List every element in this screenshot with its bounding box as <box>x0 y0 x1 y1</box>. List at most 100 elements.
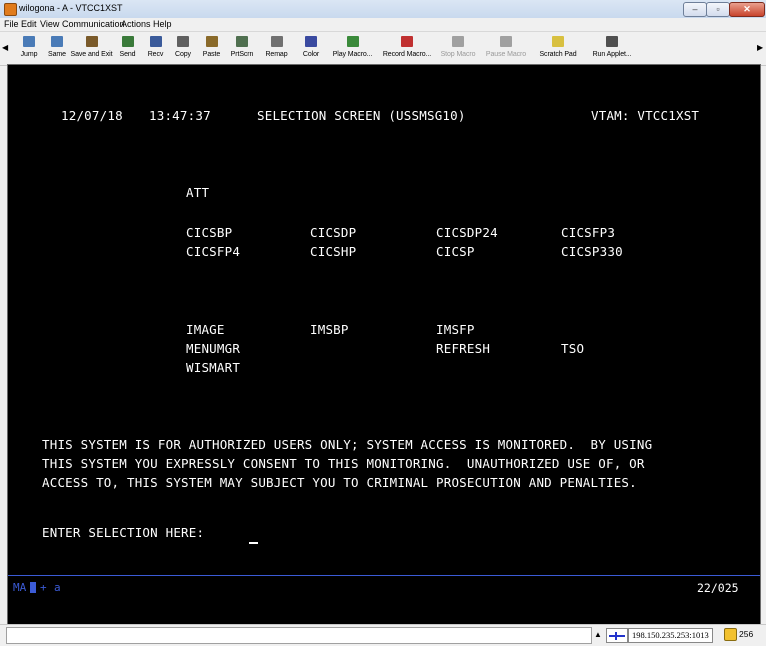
toolbar-remap-button[interactable]: Remap <box>258 34 295 63</box>
title-bar: wilogona - A - VTCC1XST – ▫ ✕ <box>0 0 766 19</box>
color-icon <box>305 36 317 47</box>
toolbar-recv-button[interactable]: Recv <box>142 34 169 63</box>
menu-bar: File Edit View Communication Actions Hel… <box>0 18 766 30</box>
oia-mode-indicator: a <box>54 581 61 594</box>
lock-icon <box>724 628 737 641</box>
toolbar-copy-button[interactable]: Copy <box>169 34 197 63</box>
recv-icon <box>149 36 162 47</box>
selection-item: CICSHP <box>310 244 357 259</box>
same-icon <box>51 36 63 47</box>
toolbar-button-label: Recv <box>147 51 164 58</box>
toolbar-button-label: Save and Exit <box>70 51 113 58</box>
connection-icon <box>606 628 628 643</box>
selection-item: CICSP <box>436 244 475 259</box>
printer-icon <box>236 36 248 47</box>
toolbar-button-label: Record Macro... <box>382 51 432 58</box>
toolbar-button-label: Play Macro... <box>332 51 373 58</box>
record-macro-icon <box>401 36 413 47</box>
selection-item: IMSFP <box>436 322 475 337</box>
selection-item: REFRESH <box>436 341 491 356</box>
oia-plus-indicator: + <box>40 581 47 594</box>
minimize-button[interactable]: – <box>683 2 707 17</box>
toolbar-button-label: Scratch Pad <box>539 51 577 58</box>
toolbar-pause-macro-button[interactable]: Pause Macro <box>480 34 532 63</box>
remap-icon <box>270 36 283 47</box>
toolbar-paste-button[interactable]: Paste <box>197 34 226 63</box>
toolbar-button-label: Remap <box>265 51 288 58</box>
toolbar-play-macro-button[interactable]: Play Macro... <box>327 34 378 63</box>
selection-prompt: ENTER SELECTION HERE: <box>42 525 205 540</box>
selection-item: CICSDP <box>310 225 357 240</box>
selection-item: CICSDP24 <box>436 225 498 240</box>
menu-edit[interactable]: Edit <box>21 19 37 29</box>
toolbar-button-label: Send <box>119 51 136 58</box>
toolbar-button-label: Color <box>302 51 320 58</box>
toolbar-color-button[interactable]: Color <box>295 34 327 63</box>
selection-item: CICSP330 <box>561 244 623 259</box>
maximize-button[interactable]: ▫ <box>706 2 730 17</box>
play-macro-icon <box>346 36 359 47</box>
input-cursor[interactable] <box>249 542 258 544</box>
session-count: 256 <box>739 629 754 639</box>
save-exit-icon <box>85 36 98 47</box>
toolbar-printer-button[interactable]: PrtScrn <box>226 34 258 63</box>
menu-communication[interactable]: Communication <box>62 19 125 29</box>
toolbar-same-button[interactable]: Same <box>44 34 70 63</box>
screen-time: 13:47:37 <box>149 108 211 123</box>
selection-item: TSO <box>561 341 585 356</box>
selection-item: CICSFP4 <box>186 244 241 259</box>
toolbar-scroll-right-icon[interactable]: ▶ <box>757 43 763 52</box>
selection-item: IMAGE <box>186 322 225 337</box>
toolbar-jump-button[interactable]: Jump <box>14 34 44 63</box>
screen-heading: SELECTION SCREEN (USSMSG10) <box>257 108 466 123</box>
toolbar-button-label: Same <box>48 51 66 58</box>
oia-ma-indicator: MA <box>13 581 27 594</box>
run-applet-icon <box>606 36 618 47</box>
window-title: wilogona - A - VTCC1XST <box>19 3 123 13</box>
selection-item: CICSFP3 <box>561 225 616 240</box>
menu-file[interactable]: File <box>4 19 19 29</box>
toolbar-button-label: Paste <box>202 51 221 58</box>
selection-item: WISMART <box>186 360 241 375</box>
warning-line: THIS SYSTEM IS FOR AUTHORIZED USERS ONLY… <box>42 437 653 452</box>
toolbar-send-button[interactable]: Send <box>113 34 142 63</box>
vtam-label: VTAM: VTCC1XST <box>591 108 700 123</box>
status-bar: ▲ 198.150.235.253:1013 256 <box>0 624 766 646</box>
menu-view[interactable]: View <box>40 19 59 29</box>
toolbar-button-label: PrtScrn <box>230 51 254 58</box>
toolbar-scratch-pad-button[interactable]: Scratch Pad <box>532 34 584 63</box>
host-address: 198.150.235.253:1013 <box>628 628 713 643</box>
toolbar-scroll-left-icon[interactable]: ◀ <box>2 43 8 52</box>
toolbar-record-macro-button[interactable]: Record Macro... <box>378 34 436 63</box>
terminal-screen[interactable]: 12/07/18 13:47:37 SELECTION SCREEN (USSM… <box>7 64 761 625</box>
menu-actions[interactable]: Actions <box>121 19 151 29</box>
stop-macro-icon <box>452 36 464 47</box>
cursor-position: 22/025 <box>697 581 739 595</box>
toolbar-button-label: Pause Macro <box>485 51 527 58</box>
screen-date: 12/07/18 <box>61 108 123 123</box>
toolbar-button-label: Copy <box>175 51 191 58</box>
close-button[interactable]: ✕ <box>729 2 765 17</box>
toolbar-run-applet-button[interactable]: Run Applet... <box>584 34 640 63</box>
warning-line: ACCESS TO, THIS SYSTEM MAY SUBJECT YOU T… <box>42 475 637 490</box>
menu-help[interactable]: Help <box>153 19 172 29</box>
status-up-arrow-icon[interactable]: ▲ <box>594 630 602 639</box>
java-app-icon <box>4 3 17 16</box>
toolbar-button-label: Jump <box>20 51 38 58</box>
send-icon <box>121 36 134 47</box>
toolbar-save-exit-button[interactable]: Save and Exit <box>70 34 113 63</box>
oia-block-indicator <box>30 582 36 593</box>
selection-item: MENUMGR <box>186 341 241 356</box>
oia-divider <box>8 575 760 576</box>
paste-icon <box>205 36 218 47</box>
toolbar-stop-macro-button[interactable]: Stop Macro <box>436 34 480 63</box>
pause-macro-icon <box>500 36 512 47</box>
status-message-field <box>6 627 592 644</box>
toolbar: ◀ Jump Same Save and Exit Send Recv Copy Paste… <box>0 31 766 66</box>
jump-icon <box>23 36 35 47</box>
selection-att: ATT <box>186 185 210 200</box>
toolbar-button-label: Run Applet... <box>592 51 632 58</box>
scratch-pad-icon <box>552 36 564 47</box>
copy-icon <box>177 36 189 47</box>
selection-item: CICSBP <box>186 225 233 240</box>
